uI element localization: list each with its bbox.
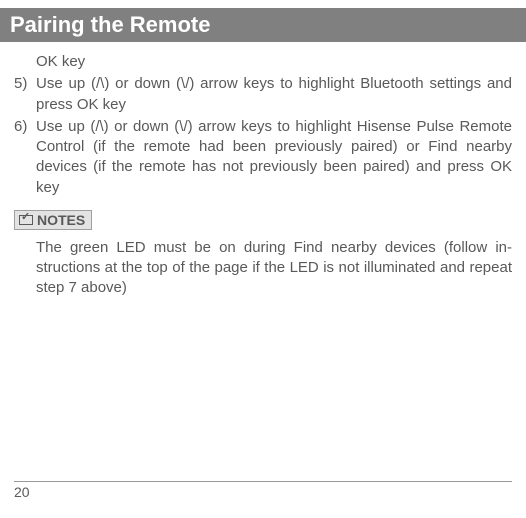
step-text: Use up (/\) or down (\/) arrow keys to h… bbox=[36, 117, 512, 198]
checkbox-icon bbox=[19, 215, 33, 225]
step-text: Use up (/\) or down (\/) arrow keys to h… bbox=[36, 74, 512, 115]
step-number: 5) bbox=[14, 74, 36, 115]
notes-label: NOTES bbox=[37, 212, 85, 228]
continued-text: OK key bbox=[14, 52, 512, 72]
notes-body: The green LED must be on during Find nea… bbox=[0, 236, 526, 299]
notes-label-box: NOTES bbox=[14, 210, 92, 230]
page-number: 20 bbox=[14, 484, 30, 500]
page-title: Pairing the Remote bbox=[0, 8, 526, 42]
step-5: 5) Use up (/\) or down (\/) arrow keys t… bbox=[14, 74, 512, 115]
page-footer: 20 bbox=[14, 481, 512, 500]
content-block: OK key 5) Use up (/\) or down (\/) arrow… bbox=[0, 42, 526, 198]
step-6: 6) Use up (/\) or down (\/) arrow keys t… bbox=[14, 117, 512, 198]
step-number: 6) bbox=[14, 117, 36, 198]
